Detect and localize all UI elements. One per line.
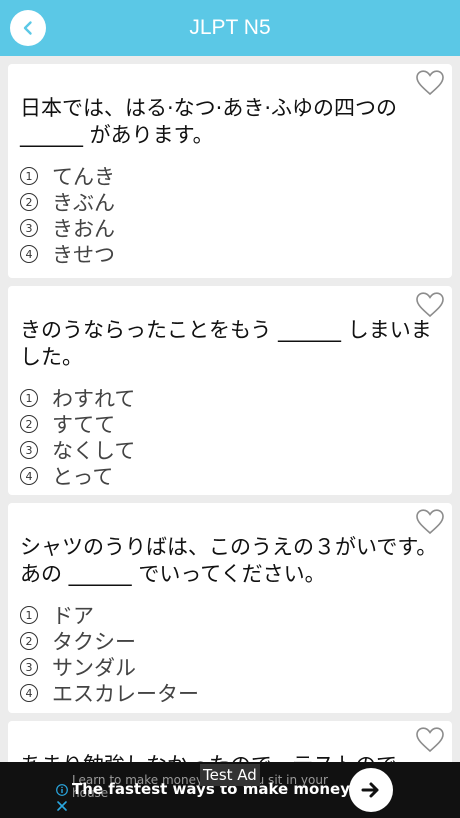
arrow-right-icon	[361, 782, 379, 798]
option-number: 3	[20, 658, 38, 676]
option-text: エスカレーター	[52, 682, 199, 706]
answer-option[interactable]: 2 すてて	[20, 411, 440, 437]
heart-outline-icon[interactable]	[416, 70, 444, 96]
heart-outline-icon[interactable]	[416, 727, 444, 753]
close-icon[interactable]	[56, 800, 68, 812]
answer-option[interactable]: 1 てんき	[20, 163, 440, 189]
question-text: きのうならったことをもう ______ しまいました。	[20, 318, 432, 369]
question-list[interactable]: 日本では、はる·なつ·あき·ふゆの四つの ______ があります。 1 てんき …	[0, 56, 460, 762]
option-number: 3	[20, 441, 38, 459]
answer-option[interactable]: 3 きおん	[20, 215, 440, 241]
ad-banner[interactable]: Learn to make money while you sit in you…	[0, 762, 460, 818]
heart-outline-icon[interactable]	[416, 509, 444, 535]
answer-options: 1 てんき 2 きぶん 3 きおん 4 きせつ	[20, 163, 440, 267]
answer-option[interactable]: 2 タクシー	[20, 628, 440, 654]
option-number: 2	[20, 632, 38, 650]
question-text: シャツのうりばは、このうえの３がいです。あの ______ でいってください。	[20, 535, 438, 586]
option-number: 1	[20, 606, 38, 624]
ad-label: Test Ad	[200, 764, 260, 786]
question-card: あまり勉強しなかったので、テストので	[8, 721, 452, 762]
info-icon[interactable]	[56, 784, 68, 796]
answer-options: 1 わすれて 2 すてて 3 なくして 4 とって	[20, 385, 440, 489]
question-text: あまり勉強しなかったので、テストので	[20, 752, 440, 762]
question-text: 日本では、はる·なつ·あき·ふゆの四つの ______ があります。	[20, 96, 398, 147]
answer-option[interactable]: 1 わすれて	[20, 385, 440, 411]
answer-option[interactable]: 1 ドア	[20, 602, 440, 628]
option-number: 1	[20, 389, 38, 407]
option-text: とって	[52, 465, 114, 489]
answer-options: 1 ドア 2 タクシー 3 サンダル 4 エスカレーター	[20, 602, 440, 706]
page-title: JLPT N5	[189, 16, 271, 39]
answer-option[interactable]: 4 きせつ	[20, 241, 440, 267]
option-number: 3	[20, 219, 38, 237]
ad-go-button[interactable]	[349, 768, 393, 812]
option-number: 2	[20, 193, 38, 211]
question-card: きのうならったことをもう ______ しまいました。 1 わすれて 2 すてて 3…	[8, 286, 452, 495]
option-number: 4	[20, 467, 38, 485]
answer-option[interactable]: 4 エスカレーター	[20, 680, 440, 706]
answer-option[interactable]: 3 なくして	[20, 437, 440, 463]
option-text: きせつ	[52, 243, 115, 267]
option-number: 1	[20, 167, 38, 185]
question-card: シャツのうりばは、このうえの３がいです。あの ______ でいってください。 …	[8, 503, 452, 713]
answer-option[interactable]: 4 とって	[20, 463, 440, 489]
option-number: 4	[20, 684, 38, 702]
question-card: 日本では、はる·なつ·あき·ふゆの四つの ______ があります。 1 てんき …	[8, 64, 452, 278]
heart-outline-icon[interactable]	[416, 292, 444, 318]
answer-option[interactable]: 2 きぶん	[20, 189, 440, 215]
option-number: 2	[20, 415, 38, 433]
top-bar: JLPT N5	[0, 0, 460, 56]
answer-option[interactable]: 3 サンダル	[20, 654, 440, 680]
option-number: 4	[20, 245, 38, 263]
